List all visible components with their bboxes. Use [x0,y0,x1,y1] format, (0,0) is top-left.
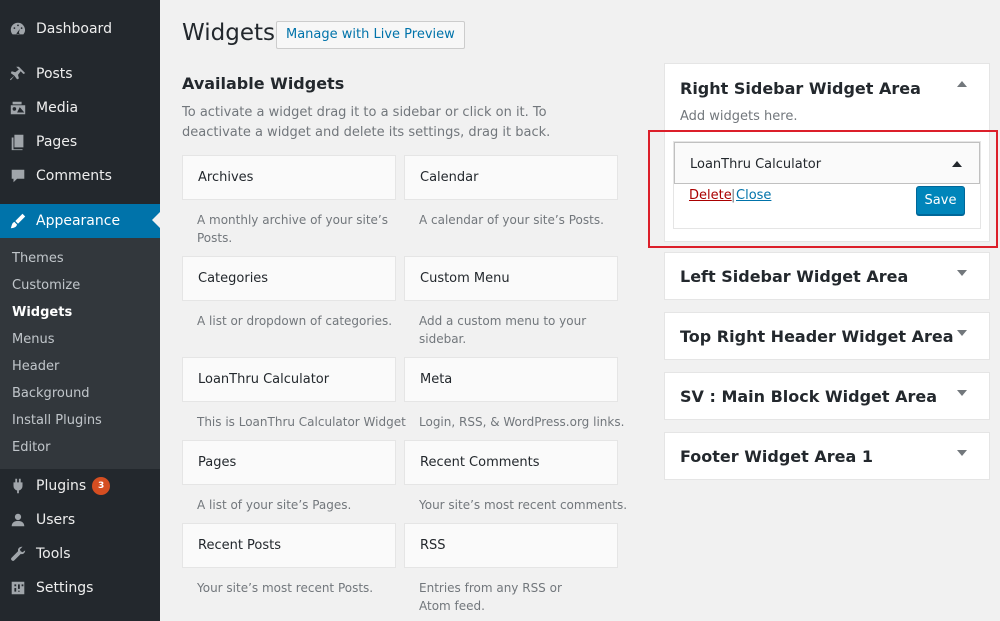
pin-icon [0,65,36,83]
widget-archives[interactable]: Archives [182,155,396,200]
highlight-box [648,130,998,248]
expand-arrow-icon[interactable] [957,270,967,276]
menu-label: Appearance [36,213,121,229]
menu-label: Pages [36,134,78,150]
media-icon [0,99,36,117]
widget-calendar[interactable]: Calendar [404,155,618,200]
widget-loanthru-calculator[interactable]: LoanThru Calculator [182,357,396,402]
submenu-customize[interactable]: Customize [12,278,80,293]
available-widgets-heading: Available Widgets [182,74,345,93]
admin-sidebar: Dashboard Posts Media Pages Comments App… [0,0,160,621]
menu-plugins[interactable]: Plugins 3 [0,469,160,503]
manage-live-preview-button[interactable]: Manage with Live Preview [276,21,465,49]
submenu-install-plugins[interactable]: Install Plugins [12,413,102,428]
appearance-submenu: Themes Customize Widgets Menus Header Ba… [0,238,160,469]
user-icon [0,511,36,529]
expand-arrow-icon[interactable] [957,330,967,336]
widget-title: LoanThru Calculator [198,372,330,387]
menu-appearance[interactable]: Appearance [0,204,160,238]
widget-title: Custom Menu [420,271,510,286]
widget-pages[interactable]: Pages [182,440,396,485]
widget-meta[interactable]: Meta [404,357,618,402]
menu-label: Dashboard [36,21,112,37]
widget-custom-menu[interactable]: Custom Menu [404,256,618,301]
area-title: SV : Main Block Widget Area [680,387,938,406]
expand-arrow-icon[interactable] [957,450,967,456]
comment-icon [0,167,36,185]
plugin-icon [0,477,36,495]
page-title: Widgets [182,20,275,46]
widget-description: This is LoanThru Calculator Widget [197,415,406,429]
widget-rss[interactable]: RSS [404,523,618,568]
widget-description: Entries from any RSS or Atom feed. [419,581,562,613]
menu-settings[interactable]: Settings [0,571,160,605]
collapse-arrow-icon[interactable] [957,81,967,87]
widget-recent-comments[interactable]: Recent Comments [404,440,618,485]
menu-label: Users [36,512,76,528]
submenu-themes[interactable]: Themes [12,251,64,266]
dashboard-icon [0,20,36,38]
menu-posts[interactable]: Posts [0,57,160,91]
menu-tools[interactable]: Tools [0,537,160,571]
widget-description: Your site’s most recent Posts. [197,581,374,595]
submenu-widgets[interactable]: Widgets [12,305,72,320]
menu-media[interactable]: Media [0,91,160,125]
widget-description: A list of your site’s Pages. [197,498,352,512]
available-widgets-description: To activate a widget drag it to a sideba… [182,105,551,140]
settings-icon [0,579,36,597]
widget-description: A list or dropdown of categories. [197,314,393,328]
area-title[interactable]: Right Sidebar Widget Area [680,79,921,98]
widget-title: Calendar [420,170,479,185]
widget-description: Login, RSS, & WordPress.org links. [419,415,625,429]
footer-widget-area-1[interactable]: Footer Widget Area 1 [664,432,990,480]
top-right-header-widget-area[interactable]: Top Right Header Widget Area [664,312,990,360]
submenu-background[interactable]: Background [12,386,90,401]
submenu-editor[interactable]: Editor [12,440,50,455]
menu-pages[interactable]: Pages [0,125,160,159]
widget-title: Recent Comments [420,455,540,470]
widget-description: A calendar of your site’s Posts. [419,213,604,227]
pages-icon [0,133,36,151]
widget-title: Categories [198,271,269,286]
widget-title: Pages [198,455,237,470]
submenu-menus[interactable]: Menus [12,332,54,347]
menu-label: Plugins [36,478,87,494]
submenu-header[interactable]: Header [12,359,59,374]
widget-description: A monthly archive of your site’s Posts. [197,213,388,245]
menu-label: Media [36,100,79,116]
update-count-badge: 3 [92,477,111,495]
menu-dashboard[interactable]: Dashboard [0,12,160,46]
widget-title: RSS [420,538,446,553]
widget-title: Archives [198,170,254,185]
widget-categories[interactable]: Categories [182,256,396,301]
widget-recent-posts[interactable]: Recent Posts [182,523,396,568]
expand-arrow-icon[interactable] [957,390,967,396]
widget-title: Meta [420,372,453,387]
wrench-icon [0,545,36,563]
left-sidebar-widget-area[interactable]: Left Sidebar Widget Area [664,252,990,300]
menu-users[interactable]: Users [0,503,160,537]
brush-icon [0,212,36,230]
widget-description: Add a custom menu to your sidebar. [419,314,587,346]
widget-title: Recent Posts [198,538,282,553]
menu-label: Settings [36,580,94,596]
area-title: Left Sidebar Widget Area [680,267,909,286]
menu-label: Tools [36,546,71,562]
menu-label: Posts [36,66,73,82]
widget-description: Your site’s most recent comments. [419,498,628,512]
area-hint: Add widgets here. [680,109,798,124]
area-title: Footer Widget Area 1 [680,447,873,466]
menu-comments[interactable]: Comments [0,159,160,193]
area-title: Top Right Header Widget Area [680,327,954,346]
main-block-widget-area[interactable]: SV : Main Block Widget Area [664,372,990,420]
menu-label: Comments [36,168,112,184]
